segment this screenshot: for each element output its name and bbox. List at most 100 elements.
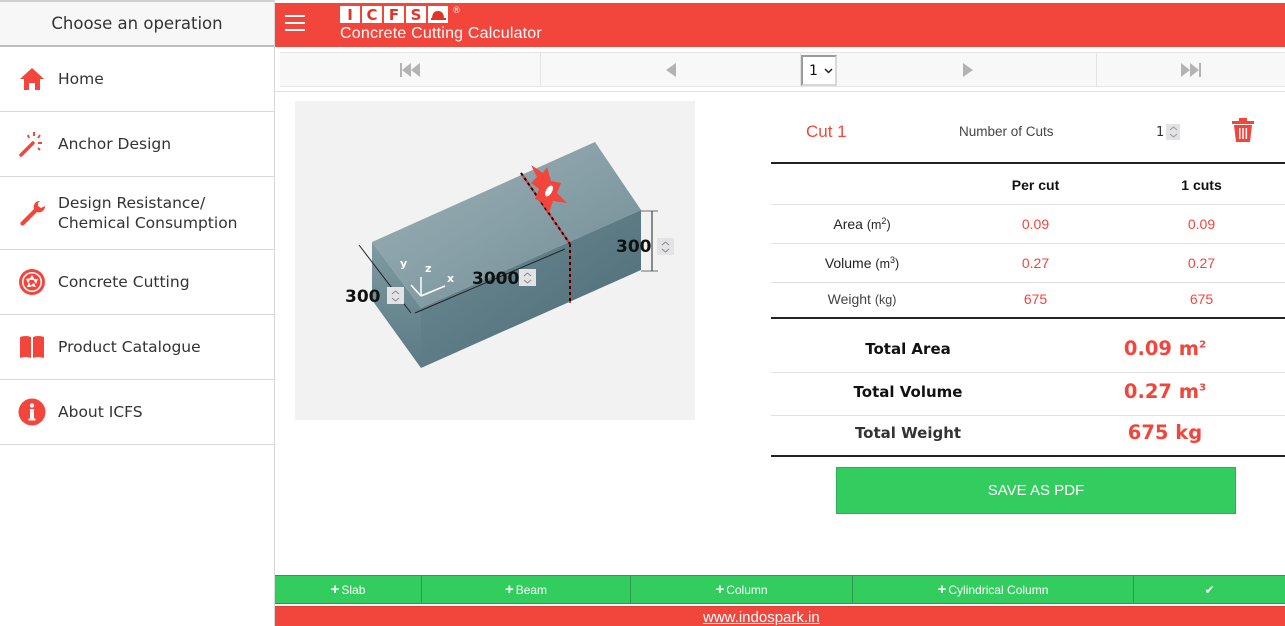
number-of-cuts-label: Number of Cuts [959, 124, 1054, 139]
divider [771, 162, 1285, 164]
page-select-value: 1 [809, 62, 818, 79]
sidebar-item-label: Product Catalogue [58, 338, 201, 356]
main-content: I C F S ® Concrete Cutting Calculator 1 [275, 0, 1285, 626]
row-label: Weight (kg) [771, 291, 953, 307]
delete-cut-button[interactable] [1232, 118, 1254, 142]
sidebar-item-anchor-design[interactable]: Anchor Design [0, 112, 274, 177]
row-label-text: Area [833, 216, 863, 233]
beam-diagram: x y z 300 3000 300 [295, 101, 695, 420]
per-cut-value: 0.27 [1021, 255, 1050, 271]
website-link[interactable]: www.indospark.in [703, 609, 820, 626]
total-weight-row: Total Weight 675 kg [771, 412, 1285, 454]
chevron-down-icon [824, 67, 833, 74]
aperture-icon [18, 268, 46, 296]
page-select[interactable]: 1 [801, 55, 837, 86]
last-page-button[interactable] [1097, 53, 1285, 86]
total-area-label: Total Area [865, 340, 951, 358]
table-header-total: 1 cuts [1181, 177, 1222, 193]
table-row: Weight (kg) 675 675 [771, 280, 1285, 318]
row-label: Volume (m3) [771, 255, 953, 271]
hamburger-icon[interactable] [285, 15, 305, 33]
checkmark-icon: ✔ [1204, 582, 1215, 597]
number-of-cuts-input[interactable]: 1 [1156, 122, 1188, 142]
row-label-text: Weight [827, 291, 871, 307]
add-cylindrical-column-button[interactable]: + Cylindrical Column [853, 576, 1134, 603]
add-slab-button[interactable]: + Slab [275, 576, 422, 603]
sidebar-item-label-line2: Chemical Consumption [58, 214, 238, 232]
total-cuts-value: 675 [1189, 291, 1214, 307]
per-cut-value: 675 [1023, 291, 1048, 307]
plus-icon: + [937, 581, 947, 598]
logo-letter: F [384, 6, 404, 24]
sidebar-item-label: About ICFS [58, 403, 143, 421]
total-weight-label: Total Weight [854, 424, 962, 442]
first-page-button[interactable] [280, 53, 541, 86]
width-dimension-value[interactable]: 300 [345, 287, 381, 307]
first-page-icon [400, 62, 420, 77]
number-of-cuts-value: 1 [1156, 124, 1165, 140]
total-volume-row: Total Volume 0.27 m3 [771, 371, 1285, 413]
app-title: Concrete Cutting Calculator [340, 25, 542, 42]
divider [771, 317, 1285, 319]
sidebar-item-product-catalogue[interactable]: Product Catalogue [0, 315, 274, 380]
add-column-label: Column [726, 582, 768, 597]
save-as-pdf-button[interactable]: SAVE AS PDF [836, 467, 1236, 514]
sidebar-item-concrete-cutting[interactable]: Concrete Cutting [0, 250, 274, 315]
add-beam-label: Beam [515, 582, 548, 597]
total-volume-sup: 3 [1199, 382, 1207, 394]
last-page-icon [1181, 62, 1201, 77]
info-icon [18, 398, 46, 426]
add-beam-button[interactable]: + Beam [422, 576, 631, 603]
footer: www.indospark.in [275, 606, 1285, 626]
divider [771, 455, 1285, 457]
row-label-text: Volume [824, 255, 872, 272]
pager [280, 52, 1285, 87]
plus-icon: + [330, 581, 340, 598]
table-header-per-cut: Per cut [1011, 177, 1060, 193]
length-dimension-value[interactable]: 3000 [472, 269, 519, 289]
sidebar-item-label: Design Resistance/ Chemical Consumption [58, 193, 238, 233]
width-spinner[interactable] [387, 287, 404, 304]
prev-page-icon [665, 62, 676, 77]
magic-wand-icon [18, 130, 46, 158]
unit-end: ) [895, 257, 900, 272]
plus-icon: + [715, 581, 725, 598]
add-element-bar: + Slab + Beam + Column + Cylindrical Column … [275, 575, 1285, 604]
sidebar-item-label-line1: Design Resistance/ [58, 194, 206, 212]
unit-text: (m [875, 257, 890, 272]
table-row: Area (m2) 0.09 0.09 [771, 205, 1285, 243]
next-page-icon [962, 62, 973, 77]
total-weight-value: 675 kg [1127, 421, 1203, 444]
length-spinner[interactable] [519, 269, 536, 286]
total-cuts-value: 0.27 [1187, 255, 1216, 271]
sidebar-header: Choose an operation [0, 0, 274, 47]
prev-page-button[interactable] [541, 53, 801, 86]
height-spinner[interactable] [657, 238, 674, 255]
logo-letter: S [406, 6, 426, 24]
plus-icon: + [504, 581, 514, 598]
table-header-row: Per cut 1 cuts [771, 166, 1285, 204]
add-slab-label: Slab [341, 582, 366, 597]
wrench-icon [18, 199, 46, 227]
confirm-button[interactable]: ✔ [1134, 576, 1285, 603]
total-area-sup: 2 [1199, 339, 1207, 351]
cut-header: Cut 1 Number of Cuts 1 [771, 110, 1285, 156]
number-of-cuts-spinner[interactable] [1166, 124, 1181, 140]
sidebar-item-label: Anchor Design [58, 135, 172, 153]
sidebar-item-design-resistance[interactable]: Design Resistance/ Chemical Consumption [0, 177, 274, 250]
trash-icon [1232, 118, 1254, 142]
row-unit: (m2) [867, 216, 891, 232]
next-page-button[interactable] [839, 53, 1097, 86]
icfs-logo: I C F S ® [340, 5, 461, 24]
sidebar: Choose an operation Home Anchor Design D… [0, 0, 275, 626]
sidebar-item-about[interactable]: About ICFS [0, 380, 274, 445]
sidebar-item-home[interactable]: Home [0, 47, 274, 112]
logo-letter: C [362, 6, 382, 24]
top-bar: I C F S ® Concrete Cutting Calculator [275, 3, 1285, 47]
axis-z-label: z [425, 262, 431, 275]
add-column-button[interactable]: + Column [631, 576, 853, 603]
per-cut-value: 0.09 [1021, 216, 1050, 232]
height-dimension-value[interactable]: 300 [616, 237, 652, 257]
row-label: Area (m2) [771, 216, 953, 232]
beam-3d-illustration: x y z [358, 142, 658, 368]
